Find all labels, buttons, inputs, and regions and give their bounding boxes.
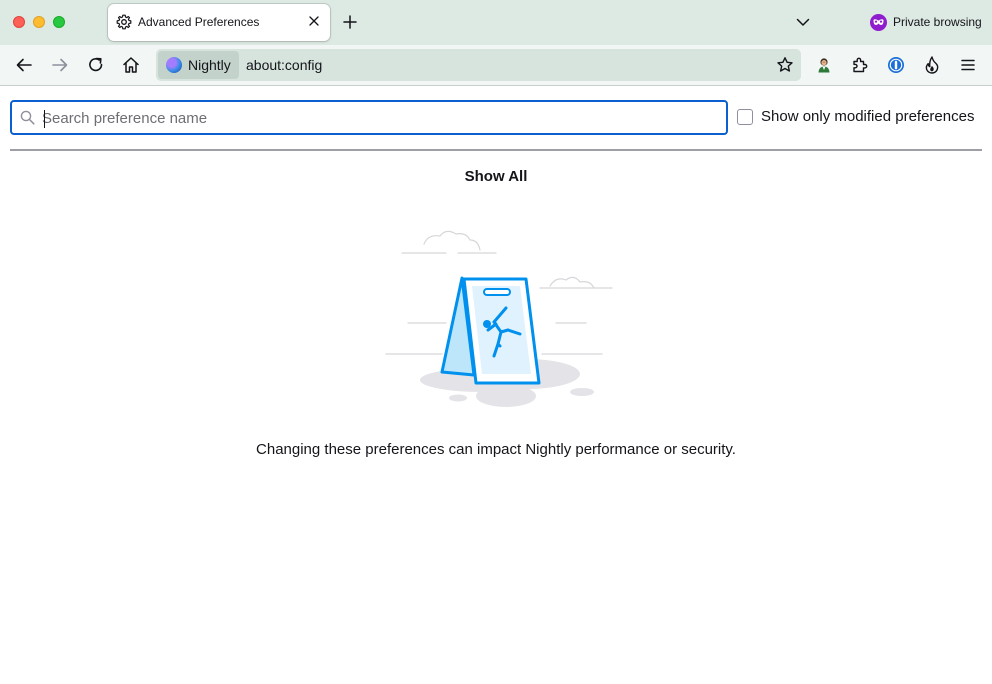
url-bar[interactable]: Nightly about:config [156, 49, 801, 81]
warning-sign-illustration [385, 230, 613, 407]
close-tab-icon[interactable] [308, 15, 320, 27]
search-input[interactable] [42, 106, 712, 130]
window-minimize-button[interactable] [33, 16, 45, 28]
show-all-button[interactable]: Show All [465, 168, 528, 185]
tab-advanced-preferences[interactable]: Advanced Preferences [108, 4, 330, 41]
fire-icon[interactable] [922, 55, 942, 75]
tab-strip: Advanced Preferences Private browsing [0, 0, 992, 45]
search-icon [20, 110, 35, 125]
text-caret [44, 110, 45, 128]
window-maximize-button[interactable] [53, 16, 65, 28]
identity-label: Nightly [188, 57, 231, 73]
bookmark-star-icon[interactable] [776, 56, 794, 74]
private-browsing-label: Private browsing [893, 15, 982, 29]
reload-icon[interactable] [86, 55, 106, 75]
window-close-button[interactable] [13, 16, 25, 28]
show-all-container: Show All [0, 168, 992, 185]
forward-icon[interactable] [50, 55, 70, 75]
back-icon[interactable] [14, 55, 34, 75]
tab-title: Advanced Preferences [138, 15, 260, 29]
menu-icon[interactable] [958, 55, 978, 75]
new-tab-plus-icon[interactable] [342, 14, 358, 30]
search-preference-box[interactable] [10, 100, 728, 135]
chevron-down-icon[interactable] [796, 15, 810, 29]
account-avatar-icon[interactable] [814, 55, 834, 75]
password-manager-icon[interactable] [886, 55, 906, 75]
private-browsing-indicator: Private browsing [870, 13, 982, 31]
gear-icon [116, 14, 132, 30]
url-text[interactable]: about:config [246, 57, 322, 73]
home-icon[interactable] [121, 55, 141, 75]
nightly-logo-icon [166, 57, 182, 73]
show-modified-label[interactable]: Show only modified preferences [761, 108, 974, 125]
show-modified-checkbox[interactable] [737, 109, 753, 125]
divider [10, 149, 982, 151]
extensions-icon[interactable] [850, 55, 870, 75]
navigation-toolbar: Nightly about:config [0, 45, 992, 86]
identity-box[interactable]: Nightly [158, 51, 239, 79]
warning-message: Changing these preferences can impact Ni… [256, 441, 736, 458]
private-browsing-mask-icon [870, 13, 887, 31]
